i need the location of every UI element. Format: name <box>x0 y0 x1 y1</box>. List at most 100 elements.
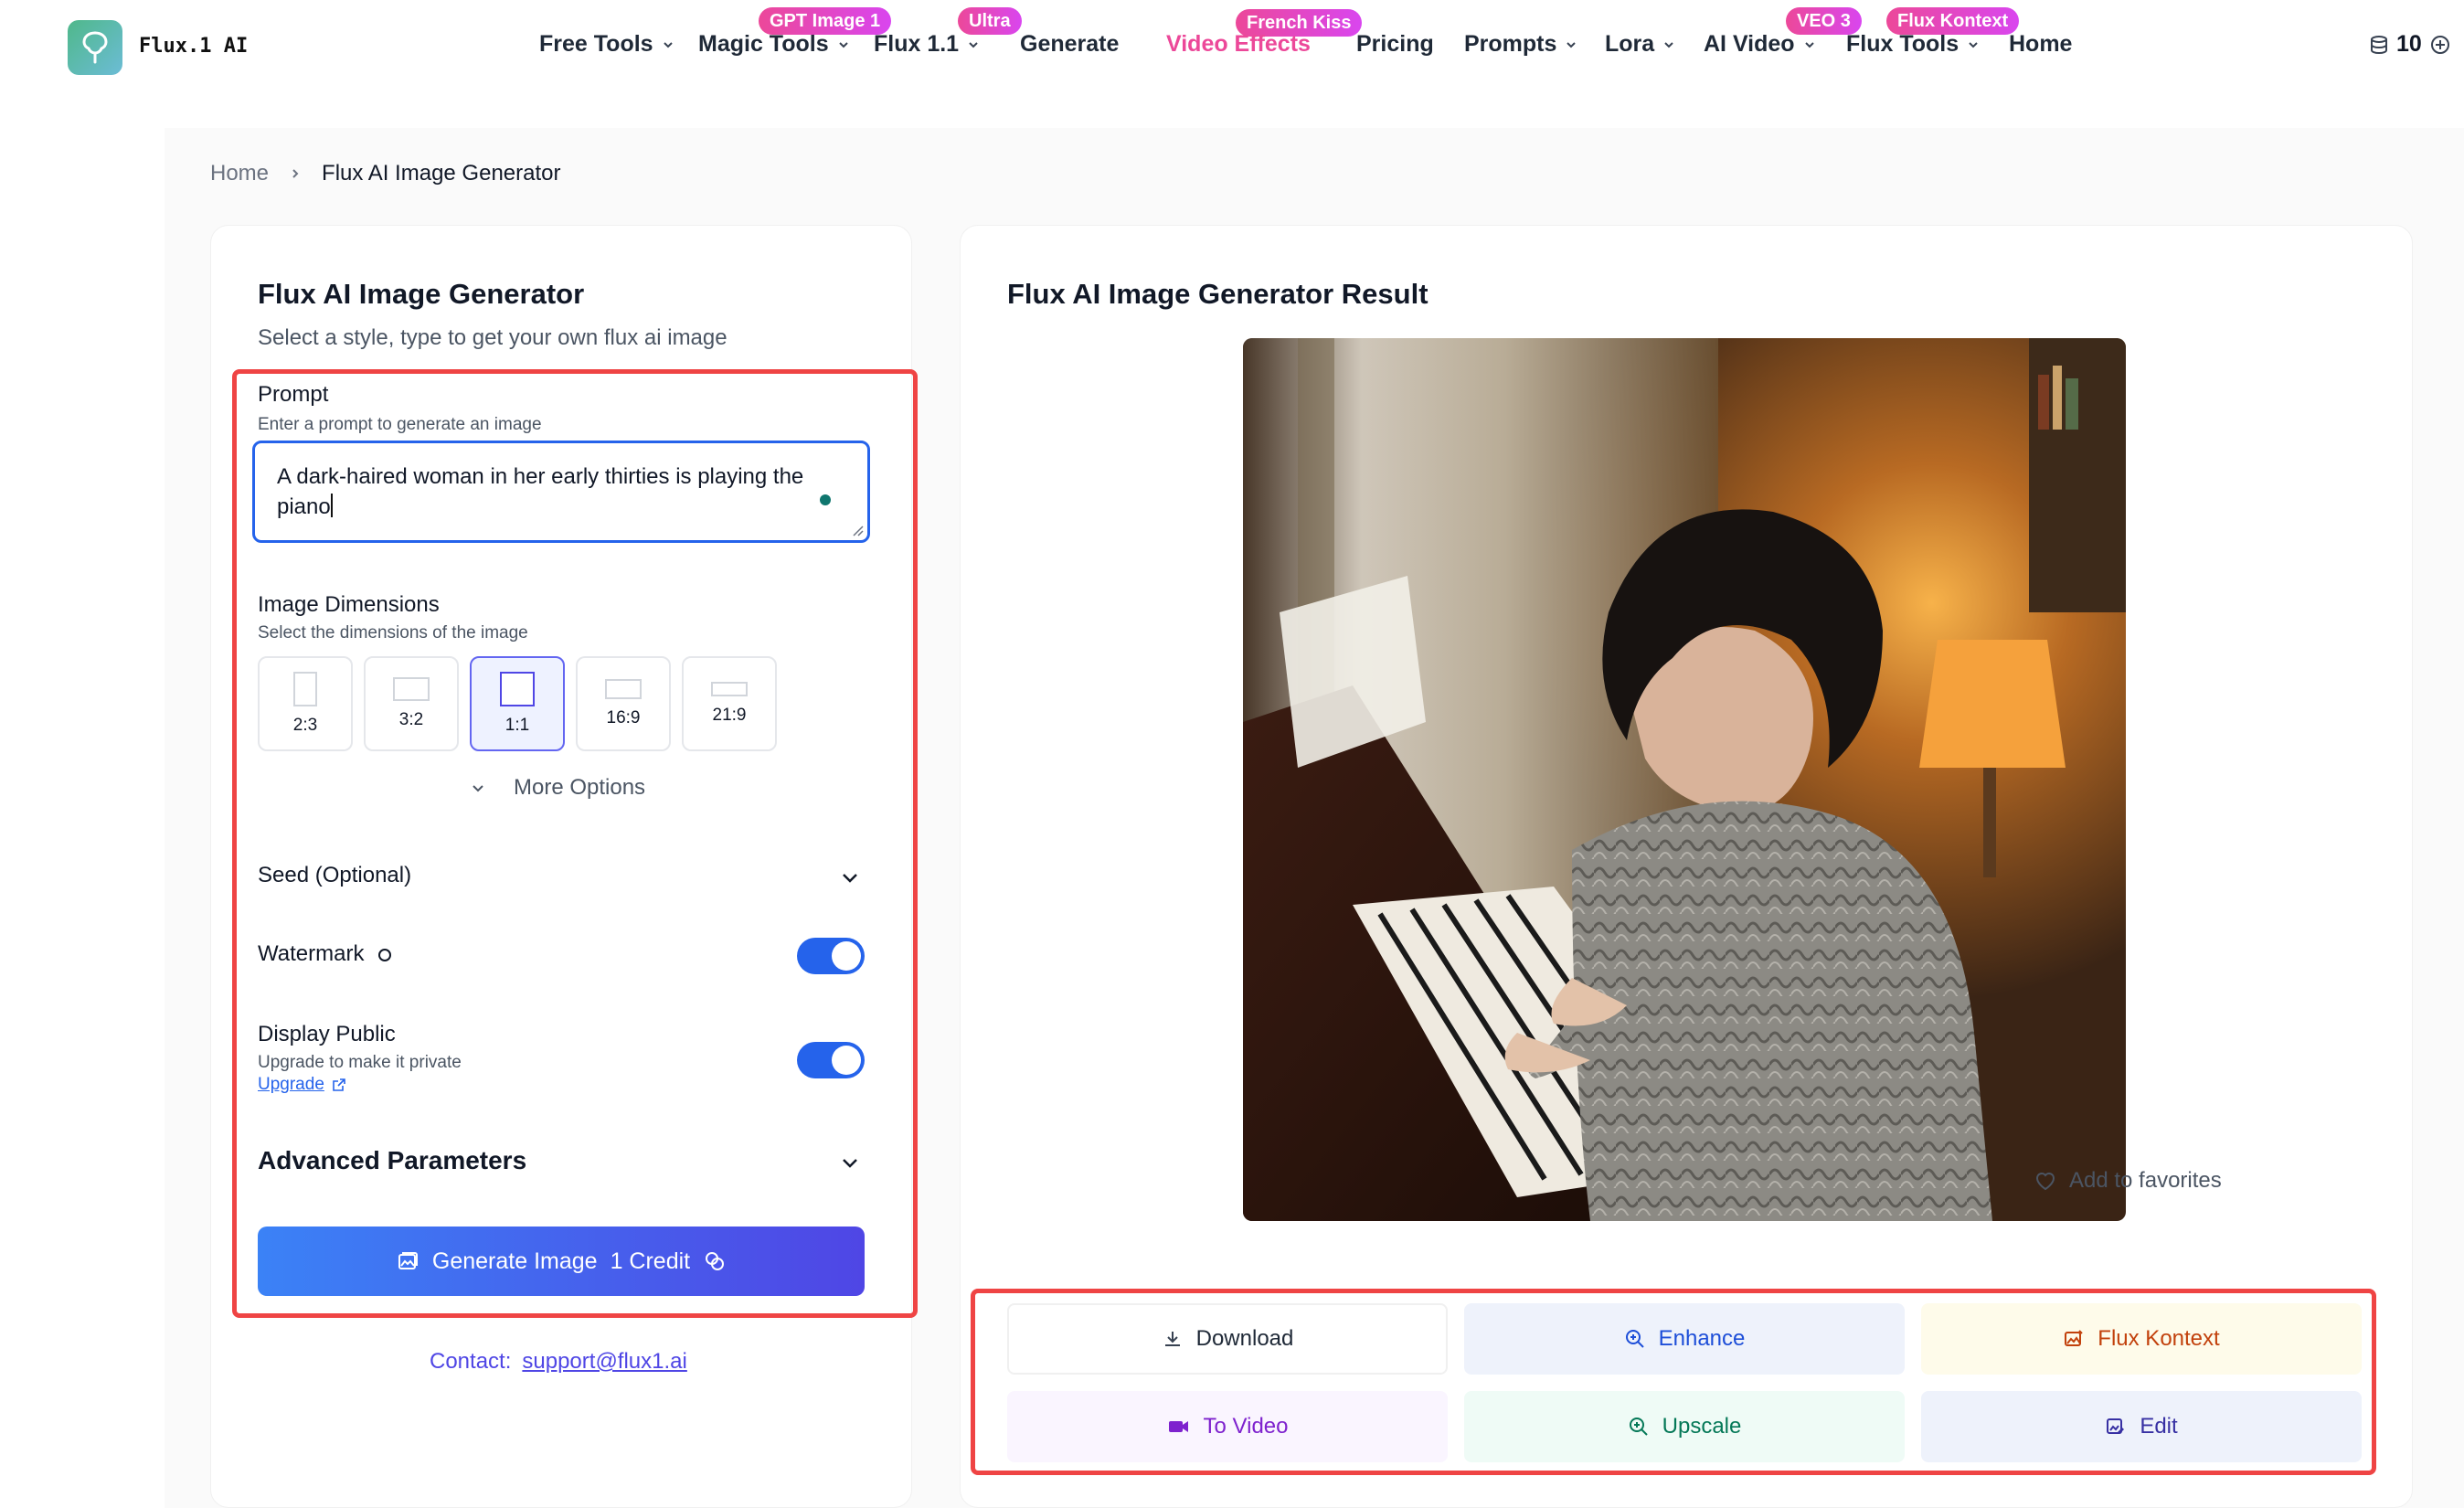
edit-image-icon <box>2105 1416 2127 1438</box>
nav-flux-tools[interactable]: Flux Tools <box>1846 31 1981 58</box>
toggle-knob <box>832 1046 861 1075</box>
upgrade-link[interactable]: Upgrade <box>258 1075 346 1095</box>
image-icon <box>396 1249 420 1273</box>
flux-kontext-label: Flux Kontext <box>2098 1326 2219 1352</box>
nav-video-effects[interactable]: Video Effects <box>1166 31 1311 58</box>
to-video-button[interactable]: To Video <box>1007 1391 1448 1462</box>
dimension-label: 1:1 <box>505 716 529 736</box>
chevron-down-icon <box>1662 37 1676 52</box>
dimension-label: 2:3 <box>293 716 317 736</box>
chevron-down-icon <box>1802 37 1817 52</box>
add-credits-icon[interactable] <box>2429 34 2451 56</box>
nav-free-tools[interactable]: Free Tools <box>539 31 675 58</box>
edit-label: Edit <box>2140 1414 2177 1439</box>
heart-icon <box>2034 1171 2056 1191</box>
display-public-label: Display Public <box>258 1022 396 1047</box>
nav-generate[interactable]: Generate <box>1020 31 1119 58</box>
landscape-shape-icon <box>393 677 430 701</box>
nav-pricing[interactable]: Pricing <box>1356 31 1434 58</box>
seed-chevron-down-icon[interactable] <box>839 866 861 888</box>
flux-kontext-button[interactable]: Flux Kontext <box>1921 1303 2362 1375</box>
credits-value: 10 <box>2396 31 2422 58</box>
magnify-plus-icon <box>1628 1416 1650 1438</box>
upscale-label: Upscale <box>1662 1414 1742 1439</box>
nav-flux-tools-label: Flux Tools <box>1846 31 1959 58</box>
text-caret <box>331 494 333 517</box>
display-public-hint: Upgrade to make it private <box>258 1053 462 1073</box>
watermark-row: Watermark <box>258 941 393 967</box>
watermark-toggle[interactable] <box>797 938 865 974</box>
dimension-option-3-2[interactable]: 3:2 <box>364 656 459 751</box>
nav-magic-tools[interactable]: Magic Tools <box>698 31 851 58</box>
dimension-label: 16:9 <box>607 708 641 728</box>
prompt-hint: Enter a prompt to generate an image <box>258 415 542 435</box>
watermark-label: Watermark <box>258 941 364 967</box>
nav-magic-tools-label: Magic Tools <box>698 31 829 58</box>
dimension-option-2-3[interactable]: 2:3 <box>258 656 353 751</box>
wide-shape-icon <box>605 679 642 699</box>
download-label: Download <box>1196 1326 1294 1352</box>
nav-free-tools-label: Free Tools <box>539 31 653 58</box>
external-link-icon <box>332 1078 346 1092</box>
breadcrumb: Home Flux AI Image Generator <box>210 161 561 186</box>
chevron-down-icon <box>836 37 851 52</box>
dimension-option-1-1[interactable]: 1:1 <box>470 656 565 751</box>
chevron-right-icon <box>289 167 302 180</box>
contact-label: Contact: <box>430 1349 511 1375</box>
nav-prompts[interactable]: Prompts <box>1464 31 1578 58</box>
info-icon[interactable] <box>377 946 393 962</box>
to-video-label: To Video <box>1204 1414 1289 1439</box>
portrait-shape-icon <box>293 672 317 706</box>
dimension-option-16-9[interactable]: 16:9 <box>576 656 671 751</box>
nav-home[interactable]: Home <box>2009 31 2072 58</box>
seed-label: Seed (Optional) <box>258 863 411 888</box>
advanced-parameters-label[interactable]: Advanced Parameters <box>258 1146 526 1175</box>
nav-lora-label: Lora <box>1605 31 1654 58</box>
nav-flux-11-label: Flux 1.1 <box>874 31 959 58</box>
nav-lora[interactable]: Lora <box>1605 31 1676 58</box>
database-icon <box>2369 35 2389 55</box>
breadcrumb-home[interactable]: Home <box>210 161 269 186</box>
dimension-option-21-9[interactable]: 21:9 <box>682 656 777 751</box>
edit-button[interactable]: Edit <box>1921 1391 2362 1462</box>
credits-counter[interactable]: 10 <box>2369 31 2451 58</box>
contact-email-link[interactable]: support@flux1.ai <box>522 1349 686 1375</box>
download-button[interactable]: Download <box>1007 1303 1448 1375</box>
logo-text[interactable]: Flux.1 AI <box>139 35 248 58</box>
display-public-toggle[interactable] <box>797 1042 865 1078</box>
prompt-text: A dark-haired woman in her early thirtie… <box>277 464 803 519</box>
zoom-in-icon <box>1624 1328 1646 1350</box>
dimension-label: 3:2 <box>399 710 423 730</box>
enhance-label: Enhance <box>1659 1326 1746 1352</box>
status-dot <box>820 494 831 505</box>
logo-icon[interactable] <box>68 20 122 75</box>
contact-row: Contact: support@flux1.ai <box>430 1349 687 1375</box>
result-title: Flux AI Image Generator Result <box>1007 278 1428 311</box>
upscale-button[interactable]: Upscale <box>1464 1391 1905 1462</box>
woman-playing-piano-image <box>1243 338 2126 1221</box>
add-to-favorites-button[interactable]: Add to favorites <box>2034 1168 2222 1194</box>
generate-image-button[interactable]: Generate Image 1 Credit <box>258 1227 865 1296</box>
ultrawide-shape-icon <box>711 682 748 696</box>
prompt-input[interactable]: A dark-haired woman in her early thirtie… <box>252 441 870 543</box>
generator-title: Flux AI Image Generator <box>258 278 584 311</box>
nav-flux-11[interactable]: Flux 1.1 <box>874 31 981 58</box>
result-image[interactable] <box>1243 338 2126 1221</box>
toggle-knob <box>832 941 861 971</box>
top-nav: Flux.1 AI GPT Image 1 Ultra French Kiss … <box>0 0 2464 101</box>
chevron-down-icon <box>1966 37 1981 52</box>
square-shape-icon <box>500 672 535 706</box>
dimension-label: 21:9 <box>713 706 747 726</box>
video-camera-icon <box>1167 1418 1191 1436</box>
resize-handle-icon[interactable] <box>851 524 864 536</box>
more-options-toggle[interactable]: More Options <box>470 775 645 801</box>
nav-ai-video-label: AI Video <box>1704 31 1795 58</box>
chevron-down-icon <box>661 37 675 52</box>
advanced-chevron-down-icon[interactable] <box>839 1152 861 1173</box>
dimensions-label: Image Dimensions <box>258 592 440 618</box>
generator-subtitle: Select a style, type to get your own flu… <box>258 325 728 351</box>
nav-ai-video[interactable]: AI Video <box>1704 31 1817 58</box>
generate-cost: 1 Credit <box>611 1248 691 1275</box>
enhance-button[interactable]: Enhance <box>1464 1303 1905 1375</box>
chevron-down-icon <box>1564 37 1578 52</box>
